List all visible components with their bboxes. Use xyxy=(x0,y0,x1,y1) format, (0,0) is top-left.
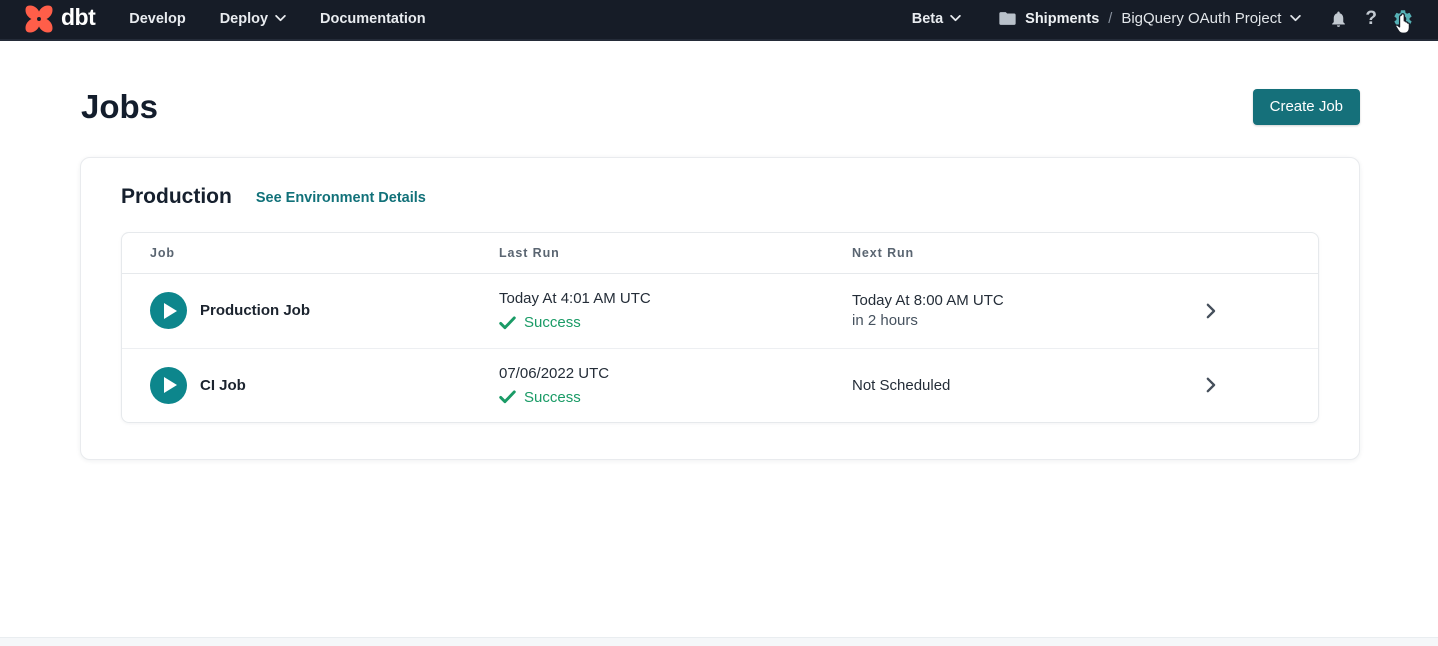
environment-card: Production See Environment Details Job L… xyxy=(80,157,1360,460)
chevron-down-icon xyxy=(950,15,961,22)
gear-icon xyxy=(1392,8,1414,30)
column-header-last-run: Last Run xyxy=(499,246,852,260)
environment-header: Production See Environment Details xyxy=(121,185,1319,209)
check-icon xyxy=(499,390,516,404)
see-environment-details-link[interactable]: See Environment Details xyxy=(256,190,426,206)
next-run-time: Today At 8:00 AM UTC xyxy=(852,292,1130,309)
primary-nav: Develop Deploy Documentation xyxy=(129,11,425,27)
table-row[interactable]: Production Job Today At 4:01 AM UTC Succ… xyxy=(122,274,1318,348)
dbt-logo-icon xyxy=(24,4,54,34)
status-label: Success xyxy=(524,314,581,331)
run-job-button[interactable] xyxy=(150,367,187,404)
chevron-right-icon xyxy=(1203,377,1218,393)
last-run-time: Today At 4:01 AM UTC xyxy=(499,290,852,307)
settings-button[interactable] xyxy=(1392,8,1414,30)
status-label: Success xyxy=(524,389,581,406)
next-run-cell: Not Scheduled xyxy=(852,377,1130,394)
play-icon xyxy=(164,303,177,319)
column-header-next-run: Next Run xyxy=(852,246,1130,260)
table-row[interactable]: CI Job 07/06/2022 UTC Success Not Schedu… xyxy=(122,348,1318,422)
next-run-cell: Today At 8:00 AM UTC in 2 hours xyxy=(852,292,1130,329)
breadcrumb-project[interactable]: BigQuery OAuth Project xyxy=(1121,10,1281,27)
chevron-down-icon xyxy=(275,15,286,22)
next-run-note: in 2 hours xyxy=(852,312,1130,329)
last-run-cell: Today At 4:01 AM UTC Success xyxy=(499,290,852,331)
notifications-button[interactable] xyxy=(1329,9,1348,29)
breadcrumb-account[interactable]: Shipments xyxy=(999,11,1099,27)
top-nav: dbt Develop Deploy Documentation Beta xyxy=(0,0,1438,41)
job-name: CI Job xyxy=(200,377,246,394)
dbt-logo-text: dbt xyxy=(61,6,95,32)
nav-left: dbt Develop Deploy Documentation xyxy=(24,4,426,34)
main-content: Jobs Create Job Production See Environme… xyxy=(0,41,1438,460)
nav-right: Beta Shipments / BigQuery OAuth Project xyxy=(912,8,1414,30)
nav-item-deploy[interactable]: Deploy xyxy=(220,11,286,27)
status-badge: Success xyxy=(499,314,852,331)
check-icon xyxy=(499,316,516,330)
run-job-button[interactable] xyxy=(150,292,187,329)
environment-name: Production xyxy=(121,185,232,209)
play-icon xyxy=(164,377,177,393)
row-details-button[interactable] xyxy=(1130,303,1290,319)
bottom-strip xyxy=(0,637,1438,646)
help-icon: ? xyxy=(1365,8,1377,30)
nav-item-documentation[interactable]: Documentation xyxy=(320,11,426,27)
page-title: Jobs xyxy=(81,88,158,126)
beta-dropdown[interactable]: Beta xyxy=(912,11,961,27)
job-cell: Production Job xyxy=(150,292,499,329)
last-run-time: 07/06/2022 UTC xyxy=(499,365,852,382)
job-name: Production Job xyxy=(200,302,310,319)
breadcrumb-account-label: Shipments xyxy=(1025,11,1099,27)
page-header: Jobs Create Job xyxy=(0,41,1438,126)
jobs-table: Job Last Run Next Run Production Job Tod… xyxy=(121,232,1319,423)
beta-label: Beta xyxy=(912,11,943,27)
nav-item-deploy-label: Deploy xyxy=(220,11,268,27)
chevron-right-icon xyxy=(1203,303,1218,319)
dbt-logo[interactable]: dbt xyxy=(24,4,95,34)
jobs-table-header: Job Last Run Next Run xyxy=(122,233,1318,274)
breadcrumb: Shipments / BigQuery OAuth Project xyxy=(999,10,1301,27)
last-run-cell: 07/06/2022 UTC Success xyxy=(499,365,852,406)
column-header-job: Job xyxy=(150,246,499,260)
next-run-time: Not Scheduled xyxy=(852,377,1130,394)
row-details-button[interactable] xyxy=(1130,377,1290,393)
breadcrumb-separator: / xyxy=(1108,11,1112,27)
chevron-down-icon[interactable] xyxy=(1290,15,1301,22)
bell-icon xyxy=(1329,9,1348,29)
help-button[interactable]: ? xyxy=(1365,8,1377,30)
status-badge: Success xyxy=(499,389,852,406)
create-job-button[interactable]: Create Job xyxy=(1253,89,1360,125)
folder-icon xyxy=(999,11,1016,26)
nav-item-develop[interactable]: Develop xyxy=(129,11,185,27)
job-cell: CI Job xyxy=(150,367,499,404)
